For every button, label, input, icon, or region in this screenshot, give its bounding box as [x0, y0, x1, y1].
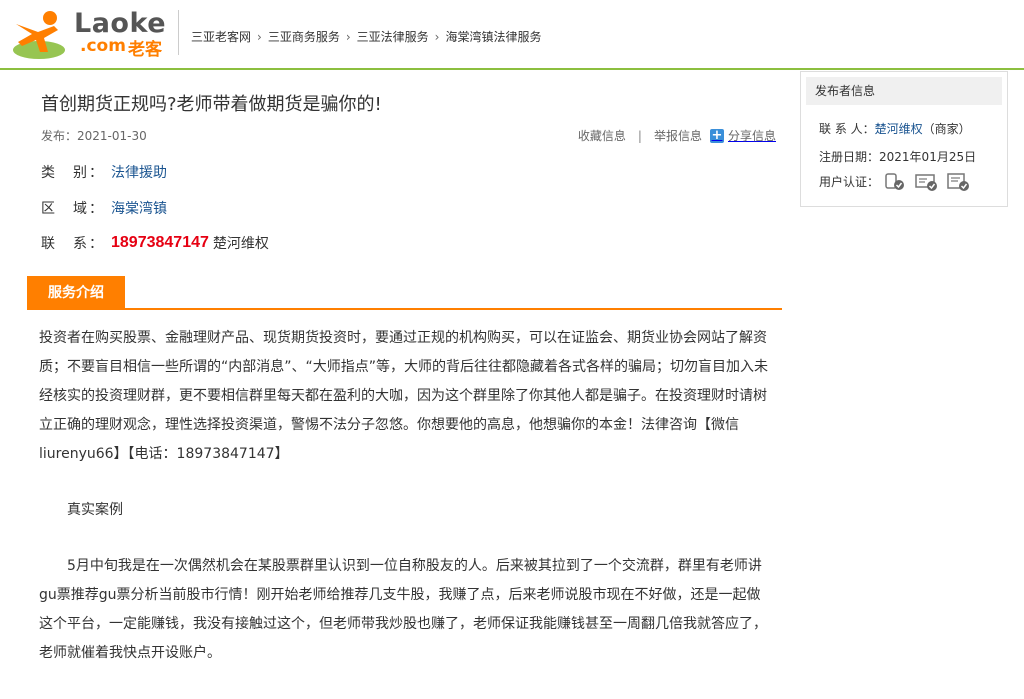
site-header: Laoke .com 老客 三亚老客网 › 三亚商务服务 › 三亚法律服务 › …: [0, 0, 1024, 70]
site-logo[interactable]: Laoke .com 老客: [8, 6, 178, 62]
logo-text-cn: 老客: [128, 40, 162, 60]
reg-date-label: 注册日期：: [819, 150, 880, 164]
cert-label: 用户认证：: [819, 174, 880, 189]
logo-divider: [178, 10, 179, 55]
publisher-info-heading: 发布者信息: [806, 77, 1002, 105]
business-cert-icon: [947, 172, 971, 191]
breadcrumb-item-home[interactable]: 三亚老客网: [191, 28, 251, 45]
action-divider: |: [637, 128, 642, 143]
publisher-reg-row: 注册日期： 2021年01月25日: [819, 148, 976, 165]
share-label: 分享信息: [727, 129, 776, 143]
logo-figure-icon: [13, 11, 65, 59]
cert-icons: [883, 172, 971, 191]
publisher-name-link[interactable]: 楚河维权: [875, 120, 923, 137]
publisher-type: （商家）: [922, 122, 971, 136]
chevron-right-icon: ›: [434, 29, 440, 44]
content-paragraph: 投资者在购买股票、金融理财产品、现货期货投资时，要通过正规的机构购买，可以在证监…: [39, 330, 769, 462]
publisher-info-panel: 发布者信息 联 系 人： 楚河维权 （商家） 注册日期： 2021年01月25日…: [800, 71, 1008, 207]
publisher-contact-label: 联 系 人：: [819, 122, 875, 136]
chevron-right-icon: ›: [257, 29, 262, 44]
contact-row: 联 系： 18973847147 楚河维权: [41, 233, 269, 253]
breadcrumb: 三亚老客网 › 三亚商务服务 › 三亚法律服务 › 海棠湾镇法律服务: [191, 28, 542, 45]
collect-link[interactable]: 收藏信息: [578, 127, 626, 144]
contact-label: 联 系：: [41, 236, 105, 252]
content-paragraph: 真实案例: [67, 502, 123, 518]
tab-service-intro[interactable]: 服务介绍: [27, 276, 125, 310]
article-main: 首创期货正规吗?老师带着做期货是骗你的! 发布：2021-01-30 收藏信息 …: [27, 70, 782, 699]
report-link[interactable]: 举报信息: [654, 127, 702, 144]
article-actions: 收藏信息 | 举报信息 + 分享信息: [578, 127, 776, 144]
region-label: 区 域：: [41, 201, 105, 217]
phone-cert-icon: [883, 172, 907, 190]
contact-name: 楚河维权: [212, 236, 269, 252]
publish-date: 发布：2021-01-30: [41, 129, 147, 143]
article-content: 投资者在购买股票、金融理财产品、现货期货投资时，要通过正规的机构购买，可以在证监…: [39, 324, 774, 695]
publisher-contact-row: 联 系 人： 楚河维权 （商家）: [819, 120, 971, 137]
section-header: 服务介绍: [27, 276, 782, 310]
share-button[interactable]: + 分享信息: [709, 127, 776, 144]
contact-phone: 18973847147: [111, 234, 209, 251]
category-row: 类 别： 法律援助: [41, 162, 167, 182]
breadcrumb-item-town-legal[interactable]: 海棠湾镇法律服务: [445, 28, 541, 45]
reg-date-value: 2021年01月25日: [879, 150, 977, 164]
logo-text-com: .com: [80, 36, 126, 56]
publisher-cert-row: 用户认证：: [819, 172, 971, 191]
chevron-right-icon: ›: [345, 29, 351, 44]
region-link[interactable]: 海棠湾镇: [111, 198, 167, 218]
breadcrumb-item-business[interactable]: 三亚商务服务: [268, 28, 340, 45]
category-label: 类 别：: [41, 165, 105, 181]
id-card-cert-icon: [915, 172, 939, 191]
content-paragraph: 5月中旬我是在一次偶然机会在某股票群里认识到一位自称股友的人。后来被其拉到了一个…: [39, 558, 767, 661]
share-plus-icon: +: [709, 127, 724, 143]
region-row: 区 域： 海棠湾镇: [41, 198, 167, 218]
category-link[interactable]: 法律援助: [111, 162, 167, 182]
article-meta: 发布：2021-01-30 收藏信息 | 举报信息 + 分享信息: [41, 127, 776, 143]
page-title: 首创期货正规吗?老师带着做期货是骗你的!: [41, 94, 382, 115]
breadcrumb-item-legal[interactable]: 三亚法律服务: [357, 28, 429, 45]
